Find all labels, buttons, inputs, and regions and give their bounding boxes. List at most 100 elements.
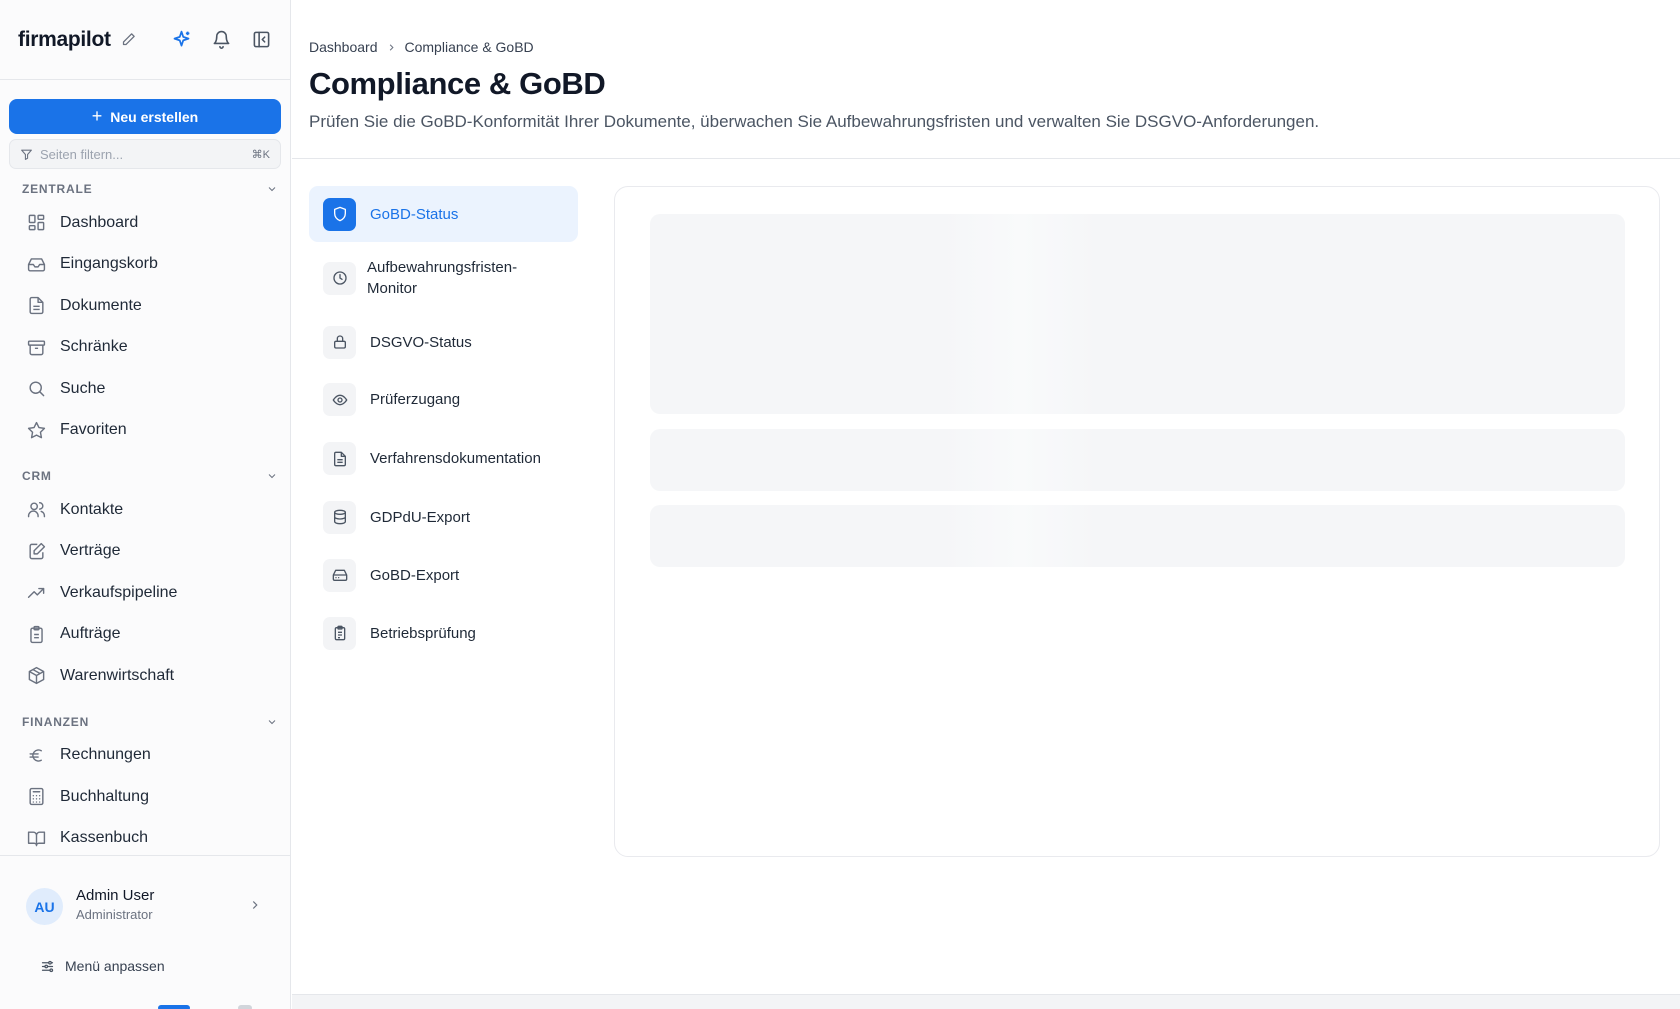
chevron-right-icon [248, 898, 262, 912]
tab-verfahrensdokumentation[interactable]: Verfahrensdokumentation [309, 429, 578, 488]
menu-adjust-button[interactable]: Menü anpassen [40, 958, 165, 974]
sidebar-item-eingangskorb[interactable]: Eingangskorb [0, 244, 290, 286]
page-title: Compliance & GoBD [309, 66, 606, 101]
header-divider [292, 158, 1680, 159]
chevron-down-icon [266, 470, 278, 482]
page-filter-input[interactable] [40, 146, 252, 162]
chevron-right-icon [386, 42, 397, 53]
calculator-icon [26, 787, 46, 807]
sidebar-item-label: Aufträge [60, 625, 121, 643]
sidebar-item-vertraege[interactable]: Verträge [0, 531, 290, 573]
menu-adjust-label: Menü anpassen [65, 958, 165, 974]
sidebar: firmapilot + Neu erstellen ⌘K ZENTRALE [0, 0, 291, 1009]
bottom-indicator-active [158, 1005, 190, 1009]
section-zentrale[interactable]: ZENTRALE [0, 176, 290, 202]
bell-icon[interactable] [210, 29, 232, 51]
sidebar-item-schraenke[interactable]: Schränke [0, 327, 290, 369]
loading-skeleton-row [650, 429, 1625, 491]
plus-icon: + [91, 106, 103, 126]
tab-label: DSGVO-Status [370, 333, 472, 351]
sidebar-item-warenwirtschaft[interactable]: Warenwirtschaft [0, 655, 290, 697]
sidebar-item-kassenbuch[interactable]: Kassenbuch [0, 818, 290, 855]
new-create-label: Neu erstellen [110, 108, 199, 125]
main-content: Dashboard Compliance & GoBD Compliance &… [292, 0, 1680, 1009]
sparkle-icon[interactable] [170, 29, 192, 51]
sidebar-header: firmapilot [0, 0, 290, 80]
package-icon [26, 666, 46, 686]
tab-label: Betriebsprüfung [370, 624, 476, 642]
tab-label: Prüferzugang [370, 391, 461, 408]
breadcrumb-current: Compliance & GoBD [404, 39, 534, 55]
tab-dsgvo-status[interactable]: DSGVO-Status [309, 314, 578, 370]
sidebar-nav: ZENTRALE Dashboard Eingangskorb Dokument… [0, 176, 290, 854]
new-create-button[interactable]: + Neu erstellen [9, 99, 281, 134]
trending-icon [26, 583, 46, 603]
page-filter[interactable]: ⌘K [9, 139, 281, 169]
eye-icon [323, 383, 356, 416]
star-icon [26, 420, 46, 440]
tab-aufbewahrungsfristen-monitor[interactable]: Aufbewahrungsfristen-Monitor [309, 242, 578, 314]
sidebar-item-label: Kontakte [60, 500, 124, 518]
tab-label: Aufbewahrungsfristen-Monitor [367, 259, 518, 297]
tab-label: GDPdU-Export [370, 508, 471, 526]
archive-icon [26, 337, 46, 357]
book-icon [26, 828, 46, 848]
sidebar-item-kontakte[interactable]: Kontakte [0, 489, 290, 531]
hard-drive-icon [323, 558, 356, 592]
content-card [614, 186, 1660, 857]
sidebar-item-auftraege[interactable]: Aufträge [0, 614, 290, 656]
dashboard-icon [26, 213, 46, 233]
sliders-icon [40, 959, 55, 974]
users-icon [26, 500, 46, 520]
clock-icon [323, 261, 356, 295]
document-icon [26, 296, 46, 316]
user-name: Admin User [76, 887, 155, 904]
breadcrumb-dashboard[interactable]: Dashboard [309, 39, 378, 55]
filter-icon [20, 148, 33, 161]
database-icon [323, 500, 356, 534]
sidebar-item-verkaufspipeline[interactable]: Verkaufspipeline [0, 572, 290, 614]
tab-label: GoBD-Status [370, 205, 459, 223]
tab-gdpdu-export[interactable]: GDPdU-Export [309, 488, 578, 546]
euro-icon [26, 745, 46, 765]
search-icon [26, 379, 46, 399]
filter-shortcut: ⌘K [251, 148, 270, 161]
sidebar-item-favoriten[interactable]: Favoriten [0, 410, 290, 452]
user-role: Administrator [76, 907, 153, 922]
sidebar-item-label: Suche [60, 379, 106, 397]
section-title: FINANZEN [22, 714, 90, 729]
loading-skeleton-large [650, 214, 1625, 414]
collapse-sidebar-icon[interactable] [250, 29, 272, 51]
sidebar-item-dashboard[interactable]: Dashboard [0, 202, 290, 244]
sidebar-item-label: Verträge [60, 542, 121, 560]
sidebar-item-label: Kassenbuch [60, 829, 149, 847]
tab-label: Verfahrensdokumentation [370, 450, 541, 467]
page-subtitle: Prüfen Sie die GoBD-Konformität Ihrer Do… [309, 112, 1320, 131]
tab-label: GoBD-Export [370, 566, 460, 584]
sidebar-item-dokumente[interactable]: Dokumente [0, 285, 290, 327]
pencil-icon[interactable] [121, 32, 136, 47]
lock-icon [323, 325, 356, 359]
sidebar-item-buchhaltung[interactable]: Buchhaltung [0, 776, 290, 818]
avatar: AU [26, 888, 63, 925]
shield-icon [323, 197, 356, 231]
clipboard-check-icon [323, 616, 356, 650]
sidebar-item-label: Dashboard [60, 213, 139, 231]
sidebar-item-label: Favoriten [60, 421, 127, 439]
tab-prueferzugang[interactable]: Prüferzugang [309, 370, 578, 429]
brand-logo[interactable]: firmapilot [18, 28, 111, 52]
chevron-down-icon [266, 716, 278, 728]
sidebar-item-suche[interactable]: Suche [0, 368, 290, 410]
section-finanzen[interactable]: FINANZEN [0, 709, 290, 735]
tab-gobd-export[interactable]: GoBD-Export [309, 546, 578, 604]
section-title: CRM [22, 469, 52, 483]
file-text-icon [323, 442, 356, 475]
sidebar-item-label: Verkaufspipeline [60, 583, 178, 601]
tab-betriebspruefung[interactable]: Betriebsprüfung [309, 604, 578, 662]
section-title: ZENTRALE [22, 182, 93, 196]
section-crm[interactable]: CRM [0, 463, 290, 489]
sidebar-item-rechnungen[interactable]: Rechnungen [0, 735, 290, 777]
tab-gobd-status[interactable]: GoBD-Status [309, 186, 578, 242]
loading-skeleton-row [650, 505, 1625, 567]
user-card[interactable]: AU Admin User Administrator [0, 855, 290, 950]
